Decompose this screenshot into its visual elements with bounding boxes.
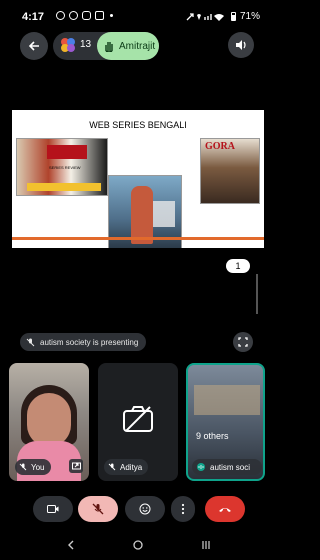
poster-gora-title: GORA bbox=[205, 141, 235, 152]
back-button[interactable] bbox=[20, 32, 48, 60]
others-count: 9 others bbox=[196, 431, 229, 441]
battery-icon bbox=[231, 12, 236, 21]
audio-output-button[interactable] bbox=[228, 32, 254, 58]
emoji-icon bbox=[139, 503, 151, 515]
raised-hand-name: Amitrajit bbox=[119, 40, 156, 52]
participant-tile-others[interactable]: 9 others autism soci bbox=[186, 363, 265, 481]
home-circle-icon bbox=[133, 540, 143, 550]
presenting-label: autism society is presenting bbox=[40, 337, 139, 347]
tile-name: You bbox=[31, 462, 45, 472]
more-options-button[interactable] bbox=[171, 496, 195, 522]
tile-name-chip: autism soci bbox=[192, 459, 262, 475]
poster-review-text: SERIES REVIEW bbox=[49, 165, 81, 170]
hang-up-icon bbox=[219, 508, 231, 512]
end-call-button[interactable] bbox=[205, 496, 245, 522]
poster-figure bbox=[131, 186, 153, 244]
share-screen-icon bbox=[71, 462, 81, 469]
mic-off-icon bbox=[92, 503, 104, 515]
mic-toggle-button[interactable] bbox=[78, 496, 118, 522]
present-screen-button[interactable] bbox=[69, 459, 83, 473]
presenting-chip: autism society is presenting bbox=[20, 333, 147, 351]
tile-name: autism soci bbox=[210, 462, 251, 472]
notification-icons bbox=[56, 11, 113, 20]
participant-face bbox=[27, 393, 71, 447]
camera-off-icon bbox=[123, 406, 153, 432]
instagram-icon bbox=[82, 11, 91, 20]
nav-recents-button[interactable] bbox=[199, 538, 213, 552]
presentation-slide: WEB SERIES BENGALI SERIES REVIEW GORA bbox=[12, 110, 264, 248]
linkedin-icon bbox=[95, 11, 104, 20]
fullscreen-button[interactable] bbox=[233, 332, 253, 352]
poster-right: GORA bbox=[200, 138, 260, 204]
slide-accent-line bbox=[12, 237, 264, 240]
phone-icon bbox=[56, 11, 65, 20]
participants-avatars-icon bbox=[61, 38, 75, 52]
poster-title-block bbox=[47, 145, 87, 159]
scroll-indicator[interactable] bbox=[256, 274, 258, 314]
signal-wifi-icon bbox=[186, 12, 224, 21]
poster-banner bbox=[27, 183, 101, 191]
camera-toggle-button[interactable] bbox=[33, 496, 73, 522]
tile-name-chip: Aditya bbox=[104, 459, 149, 475]
status-bar: 4:17 71% bbox=[0, 0, 274, 34]
tile-background bbox=[194, 385, 260, 415]
system-icons: 71% bbox=[185, 11, 260, 22]
reactions-button[interactable] bbox=[125, 496, 165, 522]
whatsapp-icon bbox=[69, 11, 78, 20]
slide-title: WEB SERIES BENGALI bbox=[89, 120, 187, 130]
more-vert-icon bbox=[181, 503, 185, 515]
tile-name: Aditya bbox=[120, 462, 143, 472]
nav-back-button[interactable] bbox=[64, 538, 78, 552]
status-time: 4:17 bbox=[22, 11, 45, 23]
page-indicator: 1 bbox=[226, 259, 250, 273]
raised-hand-chip[interactable]: Amitrajit bbox=[97, 32, 159, 60]
fullscreen-icon bbox=[238, 337, 248, 347]
participant-tile-aditya[interactable]: Aditya bbox=[98, 363, 178, 481]
speaking-indicator-icon bbox=[197, 463, 205, 471]
mic-off-icon bbox=[19, 463, 27, 471]
arrow-left-icon bbox=[28, 41, 39, 51]
recents-icon bbox=[202, 541, 210, 549]
chevron-left-icon bbox=[68, 540, 74, 550]
participant-count: 13 bbox=[80, 39, 92, 50]
more-notifications-icon bbox=[110, 14, 113, 17]
video-camera-icon bbox=[47, 505, 59, 513]
tile-name-chip: You bbox=[15, 459, 51, 475]
participant-tile-you[interactable]: You bbox=[9, 363, 89, 481]
raised-hand-icon bbox=[105, 42, 113, 52]
speaker-icon bbox=[236, 40, 246, 50]
mic-off-icon bbox=[108, 463, 116, 471]
poster-text-block bbox=[153, 201, 175, 227]
battery-percent: 71% bbox=[240, 11, 261, 22]
nav-home-button[interactable] bbox=[131, 538, 145, 552]
poster-left: SERIES REVIEW bbox=[16, 138, 108, 196]
mic-off-icon bbox=[26, 338, 35, 346]
